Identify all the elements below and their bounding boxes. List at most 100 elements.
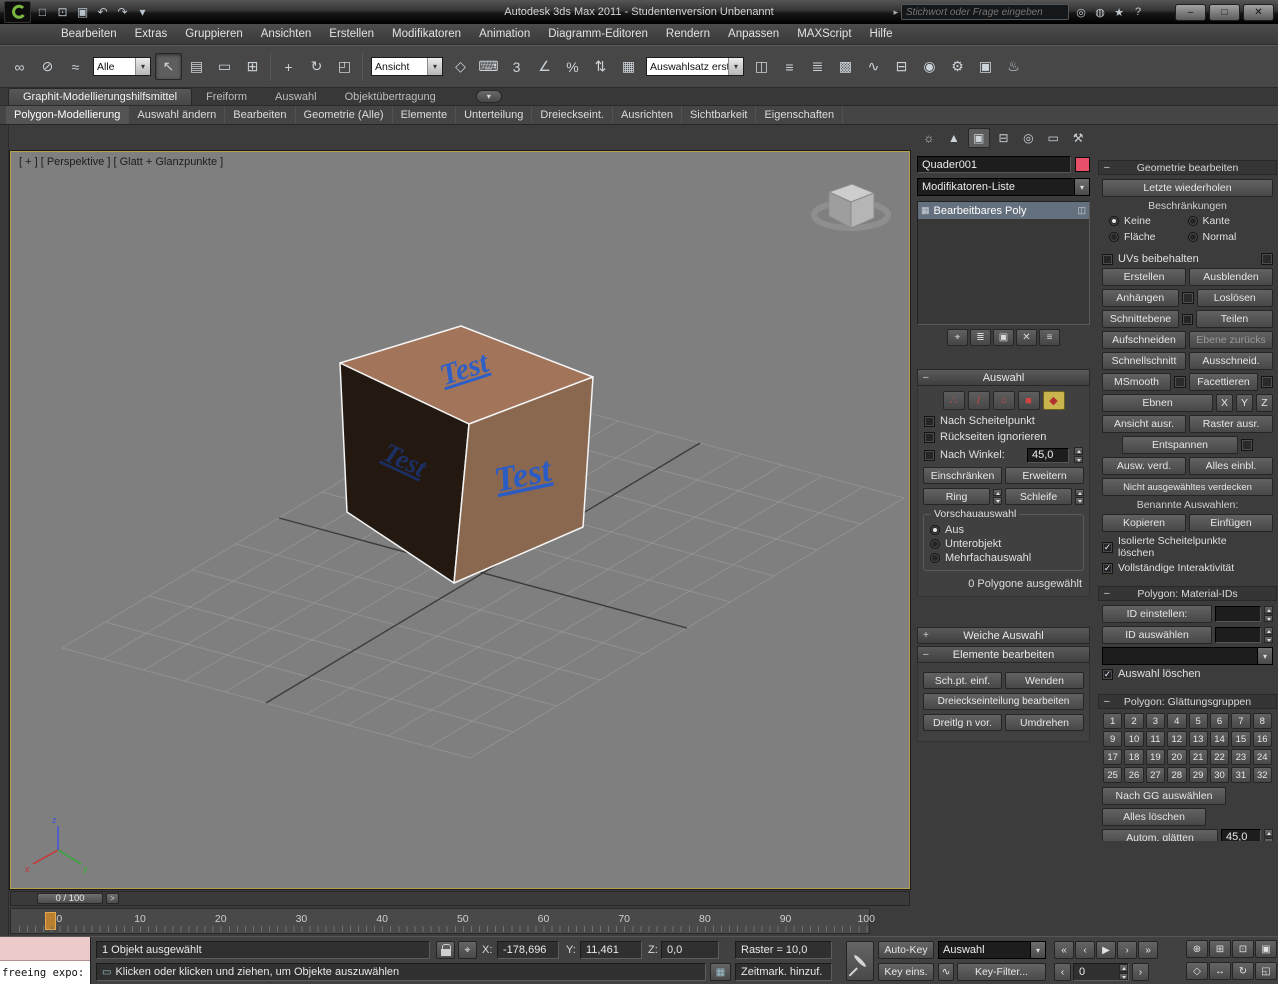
material-id-name-dropdown[interactable]: ▾ — [1102, 647, 1273, 665]
auto-key-button[interactable]: Auto-Key — [878, 941, 934, 959]
smoothing-group-button[interactable]: 24 — [1253, 749, 1272, 765]
preserve-uvs-checkbox[interactable]: UVs beibehalten — [1102, 253, 1258, 265]
menu-item[interactable]: Animation — [470, 24, 539, 44]
ring-spinner[interactable] — [993, 489, 1002, 505]
show-end-result-icon[interactable]: ≣ — [970, 329, 991, 346]
edge-subobject-icon[interactable]: / — [968, 391, 990, 410]
flip-button[interactable]: Wenden — [1005, 672, 1084, 689]
app-logo-icon[interactable] — [4, 1, 31, 23]
object-name-field[interactable]: Quader001 — [917, 156, 1071, 173]
preview-selection-radio[interactable]: Aus — [930, 524, 1077, 536]
viewcube-icon[interactable] — [814, 184, 888, 228]
zoom-icon[interactable]: ⊕ — [1186, 940, 1208, 958]
select-id-spinner[interactable] — [1264, 627, 1273, 643]
smoothing-group-button[interactable]: 25 — [1103, 767, 1122, 783]
smoothing-groups-header[interactable]: – Polygon: Glättungsgruppen — [1098, 694, 1277, 709]
smoothing-group-button[interactable]: 12 — [1167, 731, 1186, 747]
viewport-canvas[interactable]: Test Test Test x y z — [11, 152, 909, 888]
smoothing-group-button[interactable]: 4 — [1167, 713, 1186, 729]
ribbon-panel-tab[interactable]: Elemente — [393, 106, 456, 124]
zoom-extents-all-icon[interactable]: ▣ — [1255, 940, 1277, 958]
keyboard-override-icon[interactable]: ⌨ — [475, 53, 502, 80]
smoothing-group-button[interactable]: 11 — [1146, 731, 1165, 747]
set-id-spinner[interactable] — [1264, 606, 1273, 622]
menu-item[interactable]: Modifikatoren — [383, 24, 470, 44]
reset-plane-button[interactable]: Ebene zurücks — [1189, 331, 1273, 349]
rendered-frame-window-icon[interactable]: ▣ — [972, 53, 999, 80]
smoothing-group-button[interactable]: 10 — [1124, 731, 1143, 747]
menu-item[interactable]: MAXScript — [788, 24, 860, 44]
smoothing-group-button[interactable]: 30 — [1210, 767, 1229, 783]
align-icon[interactable]: ≡ — [776, 53, 803, 80]
smoothing-group-button[interactable]: 3 — [1146, 713, 1165, 729]
layer-manager-icon[interactable]: ≣ — [804, 53, 831, 80]
smoothing-group-button[interactable]: 9 — [1103, 731, 1122, 747]
smoothing-group-button[interactable]: 2 — [1124, 713, 1143, 729]
msmooth-button[interactable]: MSmooth — [1102, 373, 1171, 391]
unlink-selection-icon[interactable]: ⊘ — [34, 53, 61, 80]
graphite-ribbon-icon[interactable]: ▩ — [832, 53, 859, 80]
material-ids-header[interactable]: – Polygon: Material-IDs — [1098, 586, 1277, 601]
preview-selection-radio[interactable]: Mehrfachauswahl — [930, 552, 1077, 564]
ribbon-panel-tab[interactable]: Eigenschaften — [756, 106, 843, 124]
infocenter-expand-icon[interactable]: ▸ — [893, 7, 898, 18]
select-id-button[interactable]: ID auswählen — [1102, 626, 1212, 644]
turn-button[interactable]: Dreitlg n vor. — [923, 714, 1002, 731]
time-slider-next-icon[interactable]: > — [106, 893, 119, 904]
orbit-icon[interactable]: ↻ — [1232, 962, 1254, 980]
menu-item[interactable]: Anpassen — [719, 24, 788, 44]
select-and-move-icon[interactable]: + — [275, 53, 302, 80]
ignore-backfacing-checkbox[interactable]: Rückseiten ignorieren — [924, 431, 1083, 443]
menu-item[interactable]: Diagramm-Editoren — [539, 24, 657, 44]
polygon-subobject-icon[interactable]: ■ — [1018, 391, 1040, 410]
cut-button[interactable]: Ausschneid. — [1189, 352, 1273, 370]
tessellate-button[interactable]: Facettieren — [1189, 373, 1258, 391]
smoothing-group-button[interactable]: 22 — [1210, 749, 1229, 765]
smoothing-group-button[interactable]: 13 — [1189, 731, 1208, 747]
loop-spinner[interactable] — [1075, 489, 1084, 505]
border-subobject-icon[interactable]: ○ — [993, 391, 1015, 410]
modifier-stack-row[interactable]: ▦ Bearbeitbares Poly ◫ — [918, 202, 1089, 219]
modifier-stack[interactable]: ▦ Bearbeitbares Poly ◫ — [917, 201, 1090, 325]
clear-selection-checkbox[interactable]: ✓ Auswahl löschen — [1102, 668, 1201, 680]
relax-button[interactable]: Entspannen — [1122, 436, 1238, 454]
previous-frame-icon[interactable]: ‹ — [1075, 941, 1095, 959]
next-frame-button[interactable]: › — [1132, 963, 1149, 981]
slice-plane-button[interactable]: Schnittebene — [1102, 310, 1179, 328]
track-bar[interactable]: 0102030405060708090100 — [10, 908, 870, 934]
view-align-button[interactable]: Ansicht ausr. — [1102, 415, 1186, 433]
paste-button[interactable]: Einfügen — [1189, 514, 1273, 532]
menu-item[interactable]: Hilfe — [861, 24, 902, 44]
curve-editor-icon[interactable]: ∿ — [860, 53, 887, 80]
ribbon-panel-tab[interactable]: Geometrie (Alle) — [296, 106, 393, 124]
maximize-button[interactable]: □ — [1209, 4, 1240, 21]
go-to-start-icon[interactable]: « — [1054, 941, 1074, 959]
make-unique-icon[interactable]: ▣ — [993, 329, 1014, 346]
go-to-end-icon[interactable]: » — [1138, 941, 1158, 959]
play-icon[interactable]: ▶ — [1096, 941, 1116, 959]
menu-item[interactable]: Rendern — [657, 24, 719, 44]
smoothing-group-button[interactable]: 29 — [1189, 767, 1208, 783]
menu-item[interactable]: Erstellen — [320, 24, 383, 44]
smoothing-group-button[interactable]: 21 — [1189, 749, 1208, 765]
grow-button[interactable]: Erweitern — [1005, 467, 1084, 484]
auto-smooth-field[interactable]: 45,0 — [1221, 829, 1261, 841]
undo-icon[interactable]: ↶ — [93, 3, 112, 21]
workspace-dropdown-icon[interactable]: ▾ — [133, 3, 152, 21]
angle-spinner[interactable] — [1074, 447, 1083, 463]
search-icon[interactable]: ◎ — [1072, 4, 1090, 20]
schematic-view-icon[interactable]: ⊟ — [888, 53, 915, 80]
remove-modifier-icon[interactable]: ✕ — [1016, 329, 1037, 346]
modify-tab-icon[interactable]: ▣ — [968, 128, 990, 148]
spinner-snap-icon[interactable]: ⇅ — [587, 53, 614, 80]
tessellate-settings-button[interactable] — [1261, 376, 1273, 388]
loop-button[interactable]: Schleife — [1005, 488, 1072, 505]
ribbon-tab[interactable]: Graphit-Modellierungshilfsmittel — [8, 88, 192, 105]
display-tab-icon[interactable]: ▭ — [1042, 128, 1064, 148]
modifier-list-dropdown[interactable]: Modifikatoren-Liste ▾ — [917, 178, 1090, 196]
ribbon-tab[interactable]: Auswahl — [261, 89, 331, 105]
favorites-icon[interactable]: ★ — [1110, 4, 1128, 20]
constraint-radio[interactable]: Normal — [1188, 231, 1267, 243]
communication-center-icon[interactable]: ◍ — [1091, 4, 1109, 20]
menu-item[interactable]: Ansichten — [252, 24, 321, 44]
